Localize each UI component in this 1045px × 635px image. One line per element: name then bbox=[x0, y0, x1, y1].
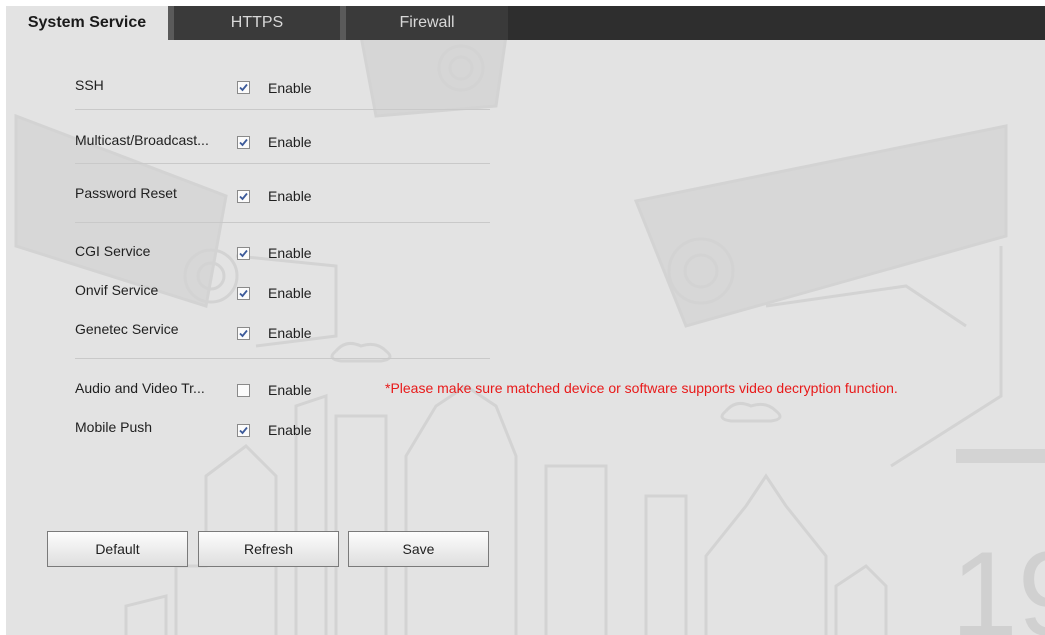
onvif-service-enable-checkbox[interactable] bbox=[237, 287, 250, 300]
multicast-enable-checkbox[interactable] bbox=[237, 136, 250, 149]
default-button[interactable]: Default bbox=[47, 531, 188, 567]
mobile-push-enable-label: Enable bbox=[268, 422, 312, 438]
tab-firewall[interactable]: Firewall bbox=[346, 6, 508, 40]
section-divider bbox=[75, 163, 490, 164]
mobile-push-label: Mobile Push bbox=[75, 419, 153, 435]
password-reset-enable-checkbox[interactable] bbox=[237, 190, 250, 203]
mobile-push-enable-checkbox[interactable] bbox=[237, 424, 250, 437]
cgi-service-enable-checkbox[interactable] bbox=[237, 247, 250, 260]
tab-system-service[interactable]: System Service bbox=[6, 6, 168, 40]
tab-https[interactable]: HTTPS bbox=[174, 6, 340, 40]
section-divider bbox=[75, 358, 490, 359]
audio-video-enable-checkbox[interactable] bbox=[237, 384, 250, 397]
password-reset-enable-label: Enable bbox=[268, 188, 312, 204]
ssh-enable-label: Enable bbox=[268, 80, 312, 96]
checkmark-icon bbox=[239, 83, 248, 92]
genetec-service-enable-label: Enable bbox=[268, 325, 312, 341]
refresh-button[interactable]: Refresh bbox=[198, 531, 339, 567]
ssh-label: SSH bbox=[75, 77, 104, 93]
ssh-enable-checkbox[interactable] bbox=[237, 81, 250, 94]
audio-video-transmission-label: Audio and Video Tr... bbox=[75, 380, 205, 396]
checkmark-icon bbox=[239, 192, 248, 201]
section-divider bbox=[75, 109, 490, 110]
checkmark-icon bbox=[239, 289, 248, 298]
onvif-service-label: Onvif Service bbox=[75, 282, 159, 298]
genetec-service-enable-checkbox[interactable] bbox=[237, 327, 250, 340]
password-reset-label: Password Reset bbox=[75, 185, 177, 201]
section-divider bbox=[75, 222, 490, 223]
cgi-service-label: CGI Service bbox=[75, 243, 151, 259]
checkmark-icon bbox=[239, 138, 248, 147]
multicast-broadcast-label: Multicast/Broadcast... bbox=[75, 132, 209, 148]
genetec-service-label: Genetec Service bbox=[75, 321, 179, 337]
checkmark-icon bbox=[239, 329, 248, 338]
system-service-panel: 19 System Service HTTPS Firewall SSH Ena… bbox=[6, 6, 1045, 635]
tab-bar: System Service HTTPS Firewall bbox=[6, 6, 1045, 40]
cgi-service-enable-label: Enable bbox=[268, 245, 312, 261]
audio-video-enable-label: Enable bbox=[268, 382, 312, 398]
checkmark-icon bbox=[239, 426, 248, 435]
decryption-warning-text: *Please make sure matched device or soft… bbox=[385, 380, 898, 396]
onvif-service-enable-label: Enable bbox=[268, 285, 312, 301]
save-button[interactable]: Save bbox=[348, 531, 489, 567]
checkmark-icon bbox=[239, 249, 248, 258]
svg-text:19: 19 bbox=[951, 527, 1045, 635]
multicast-enable-label: Enable bbox=[268, 134, 312, 150]
